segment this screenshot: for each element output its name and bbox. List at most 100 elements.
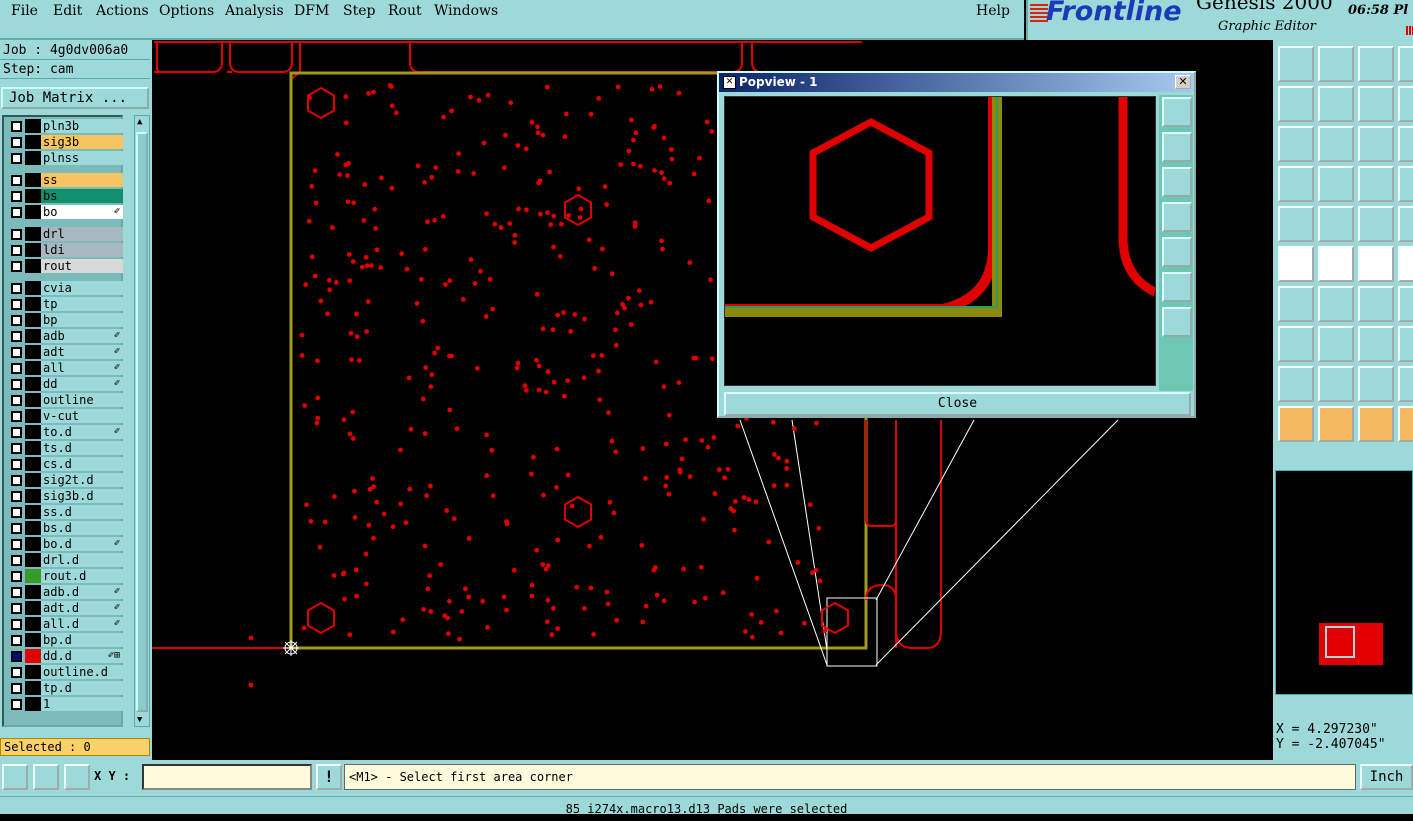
layer-color-swatch[interactable] (25, 457, 41, 471)
pad[interactable] (613, 342, 619, 348)
pad[interactable] (681, 566, 686, 572)
layer-checkbox[interactable] (11, 571, 22, 582)
line-tool-icon[interactable] (1318, 206, 1354, 242)
pad[interactable] (379, 175, 384, 181)
layer-row[interactable]: sig3b (6, 135, 123, 149)
rotate-icon[interactable] (1358, 246, 1394, 282)
cut-icon[interactable] (1318, 326, 1354, 362)
triangle-b-icon[interactable] (1318, 366, 1354, 402)
pad[interactable] (529, 471, 534, 477)
menu-dfm[interactable]: DFM (294, 3, 329, 19)
layer-row[interactable]: tp.d (6, 681, 123, 695)
layer-color-swatch[interactable] (25, 585, 41, 599)
layer-row[interactable]: adt ✐ (6, 345, 123, 359)
pad[interactable] (651, 567, 657, 573)
popview-canvas[interactable] (724, 92, 1158, 386)
pad[interactable] (628, 117, 634, 123)
pad[interactable] (626, 148, 632, 154)
pad[interactable] (523, 388, 529, 393)
pad[interactable] (342, 596, 347, 602)
layer-row[interactable]: bo.d ✐ (6, 537, 123, 551)
pad[interactable] (432, 350, 438, 356)
pad[interactable] (741, 495, 747, 500)
pad[interactable] (332, 494, 337, 499)
layer-color-swatch[interactable] (25, 489, 41, 503)
pad[interactable] (444, 508, 449, 513)
layer-checkbox[interactable] (11, 121, 22, 132)
pad[interactable] (565, 378, 571, 383)
menu-analysis[interactable]: Analysis (225, 3, 284, 19)
layer-color-swatch[interactable] (25, 151, 41, 165)
menu-edit[interactable]: Edit (53, 3, 82, 19)
pad[interactable] (371, 535, 376, 541)
layer-checkbox[interactable] (11, 507, 22, 518)
pan-left-icon[interactable] (1278, 86, 1314, 122)
pad[interactable] (512, 232, 518, 238)
layer-row[interactable]: outline.d (6, 665, 123, 679)
pad[interactable] (422, 431, 428, 436)
pad[interactable] (605, 601, 611, 607)
zoom-in-icon[interactable] (1162, 307, 1192, 337)
pad[interactable] (596, 368, 601, 374)
popview-close-button[interactable]: Close (724, 392, 1191, 416)
pad[interactable] (422, 246, 428, 252)
pad[interactable] (369, 263, 374, 268)
pad[interactable] (363, 255, 369, 260)
pad[interactable] (356, 358, 362, 363)
layer-color-swatch[interactable] (25, 189, 41, 203)
pad[interactable] (716, 467, 722, 472)
layer-row[interactable]: sig2t.d (6, 473, 123, 487)
pad[interactable] (492, 221, 498, 227)
pad[interactable] (301, 625, 307, 631)
pad[interactable] (562, 393, 567, 399)
pad[interactable] (428, 483, 433, 489)
pad[interactable] (314, 420, 320, 426)
layer-name[interactable]: all ✐ (41, 361, 123, 375)
xy-input[interactable] (142, 764, 312, 790)
pad[interactable] (776, 455, 781, 461)
pad[interactable] (555, 312, 561, 318)
pad[interactable] (704, 119, 710, 125)
pad[interactable] (447, 278, 453, 284)
layer-color-swatch[interactable] (25, 227, 41, 241)
pad[interactable] (631, 161, 636, 167)
pad[interactable] (770, 419, 776, 425)
pad[interactable] (735, 423, 741, 429)
pad[interactable] (516, 206, 521, 212)
zoom-window-icon[interactable] (1398, 46, 1413, 82)
pad[interactable] (363, 581, 369, 587)
layer-color-swatch[interactable] (25, 297, 41, 311)
pad[interactable] (315, 358, 320, 364)
layers-tool-icon[interactable] (1398, 166, 1413, 202)
pad[interactable] (432, 217, 437, 223)
pad[interactable] (308, 518, 314, 524)
pad[interactable] (423, 365, 429, 371)
layer-row[interactable]: adb ✐ (6, 329, 123, 343)
pad[interactable] (404, 266, 410, 272)
pad[interactable] (636, 288, 642, 294)
cross-icon[interactable] (1318, 246, 1354, 282)
layer-row[interactable]: cvia (6, 281, 123, 295)
layer-color-swatch[interactable] (25, 473, 41, 487)
pad[interactable] (581, 375, 587, 380)
pad[interactable] (609, 438, 615, 444)
layer-color-swatch[interactable] (25, 409, 41, 423)
pad[interactable] (455, 169, 461, 175)
layer-color-swatch[interactable] (25, 649, 41, 663)
layer-name[interactable]: v-cut (41, 409, 123, 423)
pad[interactable] (591, 632, 596, 637)
pad[interactable] (599, 353, 605, 358)
pad[interactable] (299, 353, 305, 358)
home-icon[interactable] (1358, 46, 1394, 82)
pad[interactable] (536, 180, 541, 186)
pad[interactable] (772, 452, 777, 457)
pad[interactable] (598, 534, 604, 540)
pad[interactable] (550, 327, 556, 333)
layer-row[interactable]: tp (6, 297, 123, 311)
layer-name[interactable]: drl (41, 227, 123, 241)
pad[interactable] (487, 276, 493, 282)
pad[interactable] (643, 603, 649, 609)
layer-checkbox[interactable] (11, 299, 22, 310)
pad[interactable] (535, 130, 541, 136)
pad[interactable] (548, 222, 554, 227)
